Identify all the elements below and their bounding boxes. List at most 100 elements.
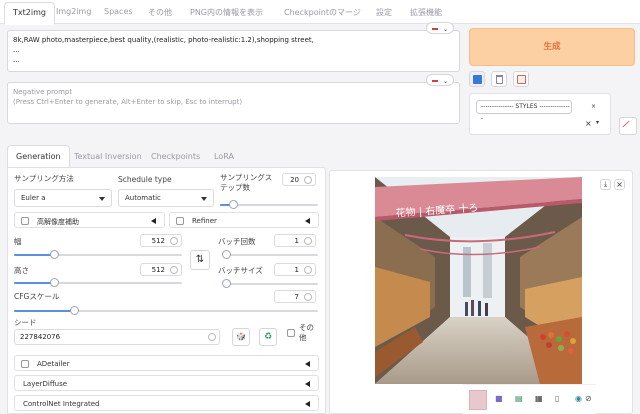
- slider-fill: [14, 282, 55, 284]
- adetailer-accordion[interactable]: ADetailer: [14, 355, 319, 371]
- refiner-accordion[interactable]: Refiner: [169, 212, 319, 228]
- sampling-method-label: サンプリング方法: [14, 174, 74, 183]
- collapse-icon[interactable]: [305, 218, 310, 224]
- slider-knob[interactable]: [222, 250, 231, 259]
- edit-style-button[interactable]: /: [619, 117, 637, 135]
- style-chip[interactable]: --------------- STYLES --------------- ×: [476, 100, 596, 122]
- hires-fix-checkbox[interactable]: [21, 216, 29, 225]
- spinner-icon[interactable]: [304, 237, 312, 245]
- dropdown-icon[interactable]: ▾: [596, 119, 599, 126]
- spinner-icon[interactable]: [170, 237, 178, 245]
- tab-checkpoint-merge[interactable]: Checkpointのマージ: [284, 7, 361, 18]
- zip-icon[interactable]: ▦: [535, 393, 543, 405]
- subtab-textual-inversion[interactable]: Textual Inversion: [74, 152, 142, 161]
- batch-size-label: バッチサイズ: [218, 266, 263, 275]
- spinner-icon[interactable]: [304, 266, 312, 274]
- prompt-line: ...: [13, 46, 20, 54]
- batch-count-slider[interactable]: [222, 250, 318, 259]
- prompt-input[interactable]: 8k,RAW photo,masterpiece,best quality,(r…: [7, 30, 460, 72]
- width-input[interactable]: 512: [140, 234, 182, 247]
- cfg-scale-label: CFGスケール: [14, 292, 60, 301]
- tab-extensions[interactable]: 拡張機能: [410, 7, 442, 18]
- reuse-seed-button[interactable]: ♻: [259, 328, 277, 346]
- layerdiffuse-label: LayerDiffuse: [23, 380, 68, 388]
- negative-prompt-input[interactable]: Negative prompt (Press Ctrl+Enter to gen…: [7, 82, 460, 124]
- schedule-type-select[interactable]: Automatic: [118, 189, 214, 207]
- collapse-icon[interactable]: [305, 361, 310, 367]
- tab-img2img[interactable]: Img2img: [56, 7, 91, 16]
- collapse-icon[interactable]: [305, 401, 310, 407]
- sampling-steps-label: サンプリングス テップ数: [220, 173, 273, 192]
- cfg-scale-input[interactable]: 7: [274, 290, 316, 303]
- clear-icon[interactable]: ×: [585, 119, 592, 128]
- close-icon: ×: [616, 180, 623, 189]
- clear-prompt-button[interactable]: [491, 71, 507, 87]
- batch-count-input[interactable]: 1: [274, 234, 316, 247]
- negative-token-counter[interactable]: ⌄: [426, 74, 454, 86]
- slider-knob[interactable]: [49, 278, 59, 287]
- extra-seed-label: その 他: [299, 323, 314, 342]
- close-icon[interactable]: ×: [591, 101, 596, 113]
- tab-spaces[interactable]: Spaces: [104, 7, 133, 16]
- subtab-generation[interactable]: Generation: [7, 145, 70, 167]
- collapse-icon[interactable]: [305, 381, 310, 387]
- tab-png-info[interactable]: PNG内の情報を表示: [190, 7, 263, 18]
- sampling-steps-slider[interactable]: [220, 200, 318, 209]
- layerdiffuse-accordion[interactable]: LayerDiffuse: [14, 375, 319, 391]
- hires-fix-label: 高解像度補助: [37, 218, 79, 226]
- image-thumbnail[interactable]: [469, 390, 487, 410]
- dice-icon: 🎲: [236, 332, 246, 341]
- batch-size-input[interactable]: 1: [274, 263, 316, 276]
- sampling-method-select[interactable]: Euler a: [14, 189, 112, 207]
- paste-params-button[interactable]: [469, 71, 485, 87]
- spinner-icon[interactable]: [208, 333, 216, 341]
- refiner-checkbox[interactable]: [176, 216, 184, 225]
- save-icon[interactable]: ▤: [515, 393, 523, 405]
- caret-down-icon: [201, 197, 207, 201]
- edit-styles-button[interactable]: [513, 71, 529, 87]
- width-slider[interactable]: [14, 250, 182, 259]
- adetailer-checkbox[interactable]: [21, 359, 29, 368]
- seed-input[interactable]: 227842076: [14, 329, 220, 345]
- prompt-token-counter[interactable]: ⌄: [426, 22, 454, 34]
- subtab-checkpoints[interactable]: Checkpoints: [151, 152, 200, 161]
- batch-size-slider[interactable]: [222, 279, 318, 288]
- negative-prompt-hint: (Press Ctrl+Enter to generate, Alt+Enter…: [13, 98, 243, 106]
- cfg-scale-slider[interactable]: [14, 306, 318, 315]
- send-to-img2img-icon[interactable]: ▯: [555, 393, 559, 405]
- collapse-icon[interactable]: [151, 218, 156, 224]
- spinner-icon[interactable]: [304, 293, 312, 301]
- height-input[interactable]: 512: [140, 263, 182, 276]
- shopping-street-illustration: 花物 | 右魔卒 十ろ: [375, 177, 582, 384]
- tab-other[interactable]: その他: [148, 7, 172, 18]
- hires-fix-accordion[interactable]: 高解像度補助: [14, 212, 165, 228]
- controlnet-accordion[interactable]: ControlNet Integrated: [14, 395, 319, 411]
- style-chip-label: --------------- STYLES ---------------: [481, 103, 570, 122]
- close-image-button[interactable]: ×: [614, 179, 625, 190]
- folder-icon[interactable]: ■: [495, 393, 503, 405]
- tab-txt2img[interactable]: Txt2img: [4, 2, 55, 25]
- generated-image[interactable]: 花物 | 右魔卒 十ろ: [375, 177, 582, 384]
- send-to-extras-icon[interactable]: ⊘: [585, 393, 592, 405]
- spinner-icon[interactable]: [304, 176, 312, 184]
- minus-icon: [432, 28, 438, 30]
- generate-button[interactable]: 生成: [469, 28, 635, 66]
- sampling-steps-input[interactable]: 20: [282, 173, 316, 186]
- subtab-lora[interactable]: LoRA: [214, 152, 234, 161]
- styles-selector[interactable]: --------------- STYLES --------------- ×…: [469, 93, 611, 135]
- sampling-method-value: Euler a: [21, 194, 46, 202]
- caret-down-icon: [99, 197, 105, 201]
- send-to-inpaint-icon[interactable]: ◉: [575, 393, 582, 405]
- extra-seed-checkbox[interactable]: [287, 329, 295, 337]
- slider-knob[interactable]: [222, 279, 231, 288]
- swap-icon: ⇅: [195, 254, 205, 265]
- batch-count-label: バッチ回数: [218, 237, 256, 246]
- height-slider[interactable]: [14, 278, 182, 287]
- random-seed-button[interactable]: 🎲: [232, 328, 250, 346]
- slider-fill: [14, 254, 55, 256]
- swap-dimensions-button[interactable]: ⇅: [190, 250, 210, 270]
- download-button[interactable]: ⤓: [600, 179, 611, 190]
- tab-settings[interactable]: 設定: [376, 7, 392, 18]
- spinner-icon[interactable]: [170, 266, 178, 274]
- slider-knob[interactable]: [49, 250, 59, 259]
